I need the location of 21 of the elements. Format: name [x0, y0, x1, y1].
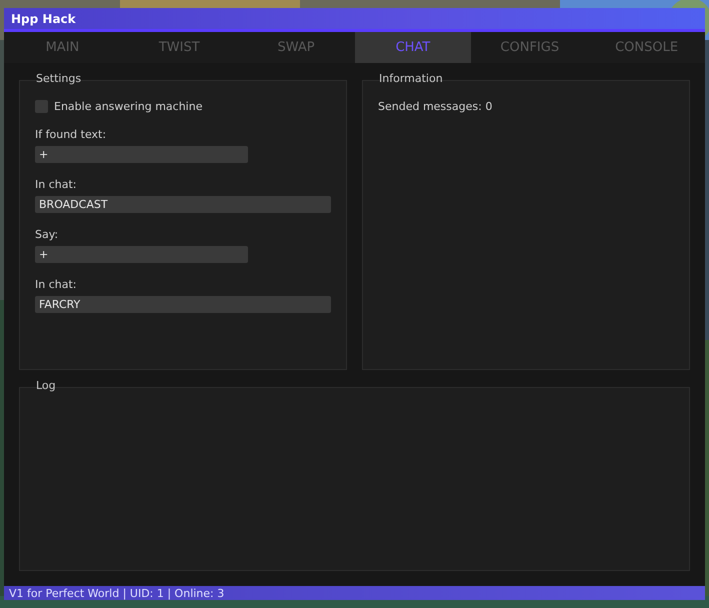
tab[interactable]: CHAT: [354, 32, 472, 63]
tab[interactable]: TWIST: [120, 32, 238, 63]
field-label: In chat:: [35, 278, 76, 292]
group-title: Information: [378, 72, 444, 86]
field-label: In chat:: [35, 178, 76, 192]
field-label: Say:: [35, 228, 58, 242]
tab[interactable]: CONSOLE: [588, 32, 705, 63]
tab[interactable]: MAIN: [4, 32, 121, 63]
answering-machine-checkbox[interactable]: Enable answering machine: [35, 100, 331, 113]
chat-field[interactable]: BROADCAST: [35, 196, 331, 213]
input-field[interactable]: +: [35, 246, 248, 263]
tab[interactable]: CONFIGS: [471, 32, 588, 63]
status-text: V1 for Perfect World | UID: 1 | Online: 3: [8, 586, 224, 600]
group-title: Log: [35, 379, 57, 393]
chat-field[interactable]: FARCRY: [35, 296, 331, 313]
window-title: Hpp Hack: [10, 12, 76, 26]
group-title: Settings: [35, 72, 82, 86]
field-label: If found text:: [35, 128, 106, 142]
input-field[interactable]: +: [35, 146, 248, 163]
tab[interactable]: SWAP: [238, 32, 354, 63]
info-text: Sended messages: 0: [378, 100, 494, 114]
